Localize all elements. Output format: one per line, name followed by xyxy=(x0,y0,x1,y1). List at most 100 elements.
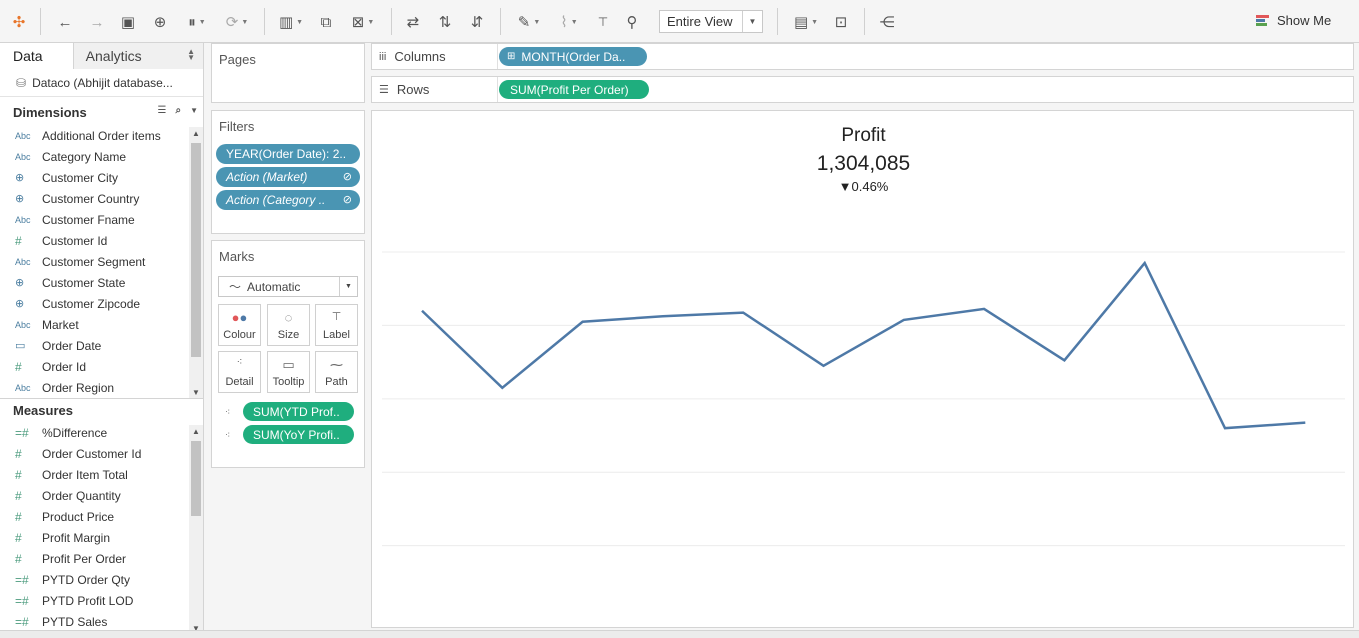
measures-scrollbar[interactable]: ▲ ▼ xyxy=(189,425,203,634)
field-item[interactable]: Abc Customer Segment xyxy=(0,251,189,272)
field-item[interactable]: ▭ Order Date xyxy=(0,335,189,356)
new-worksheet-icon[interactable]: ▥ ▼ xyxy=(274,11,308,33)
field-item[interactable]: ⊕ Customer State xyxy=(0,272,189,293)
tableau-logo-icon[interactable]: ✣ xyxy=(8,11,30,33)
data-point[interactable] xyxy=(658,311,668,321)
field-item[interactable]: # Order Id xyxy=(0,356,189,377)
field-item[interactable]: ⊕ Customer City xyxy=(0,167,189,188)
field-item[interactable]: # Order Item Total xyxy=(0,464,189,485)
marks-pill-yoy-profit[interactable]: SUM(YoY Profi.. xyxy=(243,425,354,444)
field-item[interactable]: # Order Quantity xyxy=(0,485,189,506)
tab-analytics[interactable]: Analytics ▲ ▼ xyxy=(72,43,203,69)
size-button[interactable]: ◌ Size xyxy=(267,304,310,346)
pin-icon[interactable]: ⚲ xyxy=(621,11,643,33)
label-button[interactable]: ⊤ Label xyxy=(315,304,358,346)
filter-pill-label: YEAR(Order Date): 2.. xyxy=(226,147,347,161)
field-item[interactable]: Abc Customer Fname xyxy=(0,209,189,230)
field-item[interactable]: Abc Order Region xyxy=(0,377,189,398)
line-chart[interactable] xyxy=(372,111,1355,629)
share-icon[interactable]: ⋲ xyxy=(876,11,898,33)
tooltip-button[interactable]: ▭ Tooltip xyxy=(267,351,310,393)
datasource-item[interactable]: ⛁ Dataco (Abhijit database... xyxy=(0,69,203,97)
colour-button[interactable]: ●● Colour xyxy=(218,304,261,346)
field-item[interactable]: ⊕ Customer Zipcode xyxy=(0,293,189,314)
clear-sheet-icon[interactable]: ⊠ ▼ xyxy=(346,11,380,33)
sort-descending-icon[interactable]: ⇵ xyxy=(466,11,488,33)
tab-data[interactable]: Data xyxy=(0,43,73,69)
data-point[interactable] xyxy=(578,317,588,327)
field-item[interactable]: # Product Price xyxy=(0,506,189,527)
duplicate-icon[interactable]: ⧉ xyxy=(315,11,337,33)
field-item[interactable]: # Customer Id xyxy=(0,230,189,251)
filter-pill-action-market[interactable]: Action (Market) ⊘ xyxy=(216,167,360,187)
data-point[interactable] xyxy=(1300,418,1310,428)
presentation-icon[interactable]: ⊡ xyxy=(830,11,852,33)
scroll-down-icon[interactable]: ▼ xyxy=(189,386,203,398)
field-item[interactable]: ⊕ Customer Country xyxy=(0,188,189,209)
sort-arrows-icon[interactable]: ▲ ▼ xyxy=(187,48,195,62)
rows-shelf-label: ☰ Rows xyxy=(372,77,498,102)
scrollbar-thumb[interactable] xyxy=(191,441,201,516)
highlight-icon[interactable]: ✎ ▼ xyxy=(512,11,546,33)
data-point[interactable] xyxy=(417,306,427,316)
data-point[interactable] xyxy=(497,383,507,393)
data-point[interactable] xyxy=(738,308,748,318)
detail-icon: ⁖ xyxy=(236,357,243,368)
undo-icon[interactable]: ← xyxy=(54,11,76,33)
field-item[interactable]: =# PYTD Sales xyxy=(0,611,189,632)
sort-ascending-icon[interactable]: ⇅ xyxy=(434,11,456,33)
path-button[interactable]: ⁓ Path xyxy=(315,351,358,393)
field-label: Profit Margin xyxy=(42,530,111,545)
chart-type-icon[interactable]: ▤ ▼ xyxy=(789,11,823,33)
filters-card[interactable]: Filters YEAR(Order Date): 2.. Action (Ma… xyxy=(211,110,365,234)
tooltip-label: Tooltip xyxy=(272,376,305,388)
field-item[interactable]: =# PYTD Profit LOD xyxy=(0,590,189,611)
field-item[interactable]: # Order Customer Id xyxy=(0,443,189,464)
view-fit-select[interactable]: Entire View ▼ xyxy=(659,10,763,33)
columns-pill[interactable]: ⊞ MONTH(Order Da.. xyxy=(499,47,647,66)
filter-pill-action-category[interactable]: Action (Category .. ⊘ xyxy=(216,190,360,210)
toolbar-separator xyxy=(40,8,41,35)
marks-pill-ytd-profit[interactable]: SUM(YTD Prof.. xyxy=(243,402,354,421)
field-item[interactable]: # Profit Margin xyxy=(0,527,189,548)
list-view-icon[interactable]: ☰ xyxy=(158,105,167,116)
filter-pill-year[interactable]: YEAR(Order Date): 2.. xyxy=(216,144,360,164)
data-point[interactable] xyxy=(1140,258,1150,268)
data-point[interactable] xyxy=(819,361,829,371)
show-me-button[interactable]: Show Me xyxy=(1256,13,1331,28)
scroll-up-icon[interactable]: ▲ xyxy=(189,127,203,139)
field-item[interactable]: # Profit Per Order xyxy=(0,548,189,569)
detail-button[interactable]: ⁖ Detail xyxy=(218,351,261,393)
rows-pill[interactable]: SUM(Profit Per Order) xyxy=(499,80,649,99)
group-icon[interactable]: ⌇ ▼ xyxy=(552,11,586,33)
columns-shelf[interactable]: iii Columns ⊞ MONTH(Order Da.. xyxy=(371,43,1354,70)
refresh-icon[interactable]: ⟳ ▼ xyxy=(220,11,254,33)
mark-type-select[interactable]: 〜 Automatic ▼ xyxy=(218,276,358,297)
rows-shelf[interactable]: ☰ Rows SUM(Profit Per Order) xyxy=(371,76,1354,103)
chevron-down-icon[interactable]: ▼ xyxy=(190,106,198,116)
label-label: Label xyxy=(323,329,350,341)
data-point[interactable] xyxy=(979,304,989,314)
data-point[interactable] xyxy=(1220,423,1230,433)
swap-icon[interactable]: ⇄ xyxy=(402,11,424,33)
field-item[interactable]: =# PYTD Order Qty xyxy=(0,569,189,590)
pages-card[interactable]: Pages xyxy=(211,43,365,103)
series-line[interactable] xyxy=(421,260,1306,430)
data-point[interactable] xyxy=(899,315,909,325)
dimensions-scrollbar[interactable]: ▲ ▼ xyxy=(189,127,203,398)
scrollbar-thumb[interactable] xyxy=(191,143,201,357)
field-item[interactable]: =# %Difference xyxy=(0,422,189,443)
pause-updates-icon[interactable]: ⏸ ▼ xyxy=(180,11,214,33)
label-icon[interactable]: ⊤ xyxy=(592,11,614,33)
search-icon[interactable]: ⌕ xyxy=(175,105,181,116)
field-item[interactable]: Abc Additional Order items xyxy=(0,125,189,146)
data-point[interactable] xyxy=(1059,355,1069,365)
globe-icon: ⊕ xyxy=(15,298,25,310)
new-datasource-icon[interactable]: ⊕ xyxy=(149,11,171,33)
scroll-up-icon[interactable]: ▲ xyxy=(189,425,203,437)
save-icon[interactable]: ▣ xyxy=(117,11,139,33)
columns-shelf-label: iii Columns xyxy=(372,44,498,69)
field-item[interactable]: Abc Category Name xyxy=(0,146,189,167)
field-item[interactable]: Abc Market xyxy=(0,314,189,335)
redo-icon[interactable]: → xyxy=(86,11,108,33)
